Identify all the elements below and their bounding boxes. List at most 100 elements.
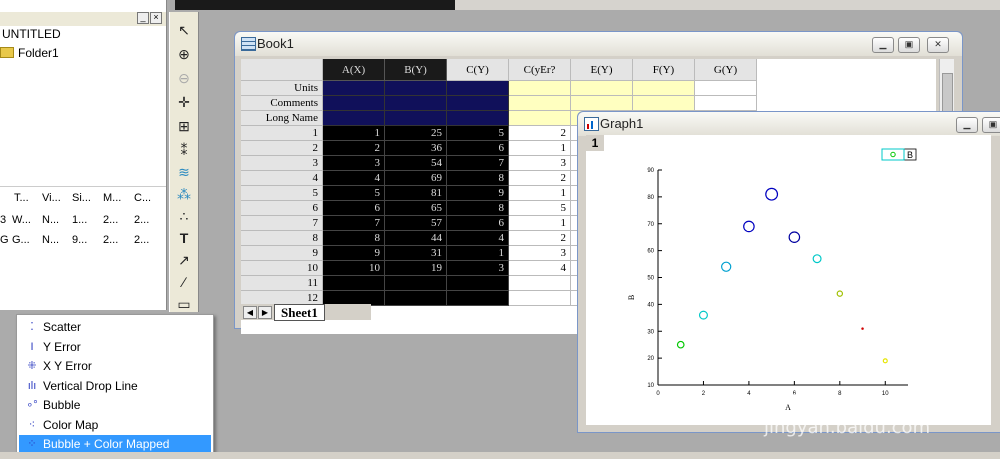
graph1-titlebar[interactable]: Graph1 ▁ ▣ (578, 112, 1000, 136)
menu-item-vertical-drop-line[interactable]: ılı Vertical Drop Line (19, 377, 211, 396)
table-cell[interactable]: 8 (447, 171, 509, 186)
row-number[interactable]: 4 (241, 171, 323, 186)
table-cell[interactable]: 1 (509, 216, 571, 231)
column-header-type[interactable]: T... (14, 192, 29, 204)
table-cell[interactable]: 7 (447, 156, 509, 171)
row-number[interactable]: 10 (241, 261, 323, 276)
tab-prev-icon[interactable]: ◀ (243, 306, 257, 319)
menu-item-x-y-error[interactable]: ⁜ X Y Error (19, 357, 211, 376)
column-header[interactable]: E(Y) (571, 59, 633, 81)
menu-item-y-error[interactable]: I Y Error (19, 338, 211, 357)
meta-cell[interactable] (633, 81, 695, 96)
row-number[interactable]: 8 (241, 231, 323, 246)
row-number[interactable]: 6 (241, 201, 323, 216)
meta-cell[interactable] (633, 96, 695, 111)
table-cell[interactable]: 44 (385, 231, 447, 246)
minimize-icon[interactable]: ▁ (956, 117, 978, 133)
book1-titlebar[interactable]: Book1 ▁ ▣ ✕ (235, 32, 962, 56)
table-cell[interactable]: 9 (447, 186, 509, 201)
table-cell[interactable]: 57 (385, 216, 447, 231)
zoom-in-icon[interactable]: ⊕ (174, 44, 194, 64)
column-header[interactable]: A(X) (323, 59, 385, 81)
table-cell[interactable]: 1 (447, 246, 509, 261)
meta-cell[interactable] (695, 96, 757, 111)
meta-cell[interactable] (323, 111, 385, 126)
column-header-view[interactable]: Vi... (42, 192, 61, 204)
table-cell[interactable]: 5 (509, 201, 571, 216)
table-cell[interactable] (385, 291, 447, 306)
table-cell[interactable] (447, 276, 509, 291)
table-cell[interactable]: 2 (509, 126, 571, 141)
meta-cell[interactable] (447, 111, 509, 126)
tab-next-icon[interactable]: ▶ (258, 306, 272, 319)
table-cell[interactable]: 4 (447, 231, 509, 246)
table-cell[interactable]: 54 (385, 156, 447, 171)
data-point[interactable] (836, 290, 844, 297)
tree-project[interactable]: UNTITLED (2, 25, 61, 43)
table-cell[interactable]: 4 (323, 171, 385, 186)
table-cell[interactable]: 3 (323, 156, 385, 171)
table-cell[interactable]: 3 (509, 246, 571, 261)
table-cell[interactable]: 65 (385, 201, 447, 216)
table-cell[interactable]: 1 (509, 141, 571, 156)
meta-cell[interactable] (447, 81, 509, 96)
maximize-icon[interactable]: ▣ (898, 37, 920, 53)
table-cell[interactable]: 69 (385, 171, 447, 186)
table-cell[interactable]: 8 (323, 231, 385, 246)
pointer-icon[interactable]: ↖ (174, 20, 194, 40)
column-header[interactable]: C(Y) (447, 59, 509, 81)
table-cell[interactable]: 8 (447, 201, 509, 216)
tree-folder[interactable]: Folder1 (0, 44, 59, 62)
data-point[interactable] (882, 358, 888, 364)
row-number[interactable]: 5 (241, 186, 323, 201)
table-cell[interactable]: 31 (385, 246, 447, 261)
row-number[interactable]: 1 (241, 126, 323, 141)
close-icon[interactable]: ✕ (927, 37, 949, 53)
table-cell[interactable] (447, 291, 509, 306)
meta-cell[interactable] (509, 111, 571, 126)
table-cell[interactable] (385, 276, 447, 291)
minimize-icon[interactable]: ▁ (872, 37, 894, 53)
meta-cell[interactable] (323, 96, 385, 111)
table-cell[interactable]: 1 (509, 186, 571, 201)
table-cell[interactable]: 81 (385, 186, 447, 201)
region-icon[interactable]: ∴ (174, 206, 194, 226)
line-tool-icon[interactable]: ∕ (174, 272, 194, 292)
draw-data-icon[interactable]: ≋ (174, 162, 194, 182)
menu-item-scatter[interactable]: ⁚ Scatter (19, 318, 211, 337)
corner-cell[interactable] (241, 59, 323, 81)
row-number[interactable]: 2 (241, 141, 323, 156)
rectangle-tool-icon[interactable]: ▭ (174, 294, 194, 314)
table-cell[interactable]: 2 (323, 141, 385, 156)
table-cell[interactable] (509, 276, 571, 291)
arrow-tool-icon[interactable]: ↗ (174, 250, 194, 270)
table-cell[interactable]: 3 (447, 261, 509, 276)
menu-item-bubble[interactable]: ∘° Bubble (19, 396, 211, 415)
table-cell[interactable]: 25 (385, 126, 447, 141)
zoom-out-icon[interactable]: ⊖ (174, 68, 194, 88)
data-point[interactable] (743, 220, 755, 233)
table-cell[interactable]: 9 (323, 246, 385, 261)
tab-sheet1[interactable]: Sheet1 (274, 304, 325, 321)
meta-cell[interactable] (385, 111, 447, 126)
column-header[interactable]: G(Y) (695, 59, 757, 81)
table-cell[interactable]: 5 (323, 186, 385, 201)
meta-cell[interactable] (385, 81, 447, 96)
row-number[interactable]: 11 (241, 276, 323, 291)
data-point[interactable] (788, 231, 801, 243)
table-cell[interactable]: 36 (385, 141, 447, 156)
table-cell[interactable]: 3 (509, 156, 571, 171)
column-header[interactable]: B(Y) (385, 59, 447, 81)
meta-cell[interactable] (571, 96, 633, 111)
meta-cell[interactable] (323, 81, 385, 96)
table-cell[interactable]: 4 (509, 261, 571, 276)
column-header[interactable]: C(yEr? (509, 59, 571, 81)
minimize-icon[interactable]: _ (137, 12, 149, 24)
table-cell[interactable] (323, 276, 385, 291)
data-selector-icon[interactable]: ⁑ (174, 140, 194, 160)
data-point[interactable] (765, 187, 779, 201)
table-cell[interactable]: 6 (447, 141, 509, 156)
screen-reader-icon[interactable]: ✛ (174, 92, 194, 112)
table-cell[interactable] (509, 291, 571, 306)
data-point[interactable] (698, 310, 708, 320)
